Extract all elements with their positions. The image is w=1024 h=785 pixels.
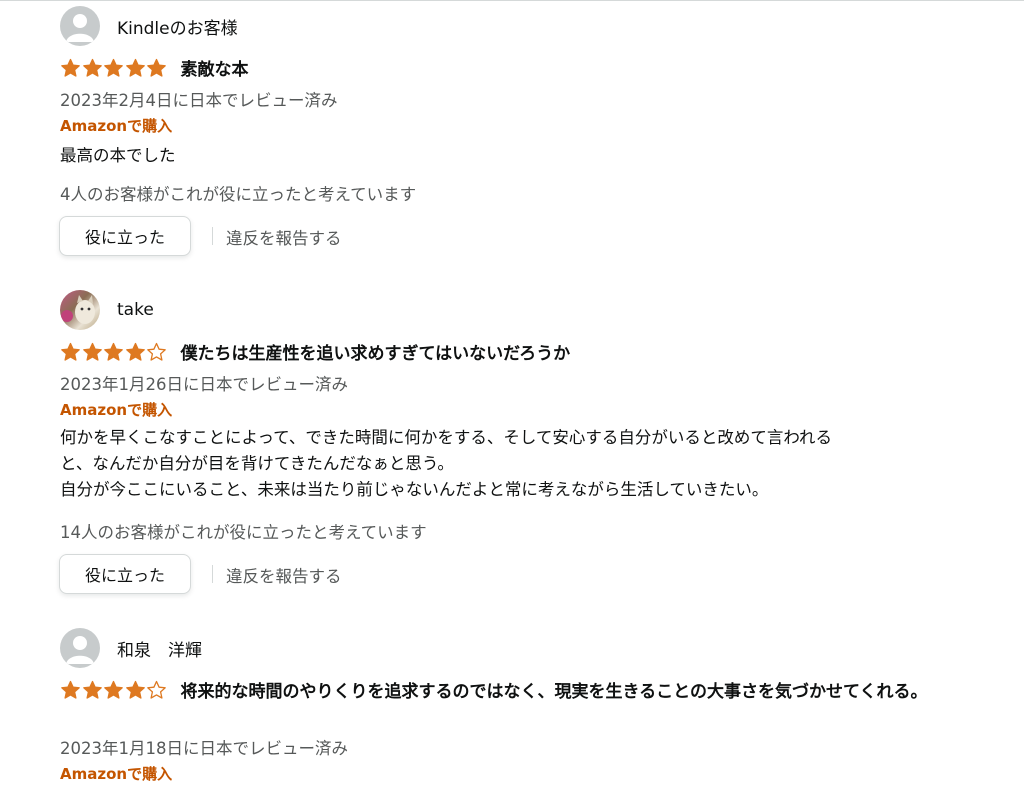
default-avatar-icon (60, 628, 100, 668)
default-avatar-icon (60, 6, 100, 46)
review-date: 2023年1月18日に日本でレビュー済み (60, 739, 348, 758)
review-item: take 僕たちは生産性を追い求めすぎてはいないだろうか 2023年1月26日に… (0, 289, 1024, 609)
helpful-button[interactable]: 役に立った (59, 216, 191, 256)
star-filled-icon (147, 58, 166, 77)
reviewer-profile[interactable]: Kindleのお客様 (60, 5, 238, 47)
review-date: 2023年2月4日に日本でレビュー済み (60, 91, 338, 110)
verified-purchase-badge: Amazonで購入 (60, 117, 173, 135)
star-filled-icon (82, 342, 102, 361)
star-empty-icon (147, 680, 166, 699)
review-body: 何かを早くこなすことによって、できた時間に何かをする、そして安心する自分がいると… (60, 428, 833, 499)
star-filled-icon (61, 342, 80, 361)
reviewer-profile[interactable]: 和泉 洋輝 (60, 627, 202, 669)
star-rating[interactable] (60, 679, 168, 701)
separator (212, 227, 213, 245)
star-empty-icon (147, 342, 166, 361)
star-filled-icon (104, 680, 123, 699)
cat-photo-avatar-icon (60, 290, 100, 330)
star-filled-icon (61, 58, 80, 77)
reviewer-profile[interactable]: take (60, 289, 154, 331)
review-title[interactable]: 僕たちは生産性を追い求めすぎてはいないだろうか (181, 341, 951, 367)
reviewer-name: Kindleのお客様 (117, 18, 238, 39)
verified-purchase-badge: Amazonで購入 (60, 765, 173, 783)
helpful-button[interactable]: 役に立った (59, 554, 191, 594)
star-filled-icon (82, 58, 102, 77)
star-filled-icon (82, 680, 102, 699)
review-item: Kindleのお客様 素敵な本 2023年2月4日に日本でレビュー済み Amaz… (0, 5, 1024, 265)
report-abuse-link[interactable]: 違反を報告する (226, 225, 342, 249)
review-title[interactable]: 将来的な時間のやりくりを追求するのではなく、現実を生きることの大事さを気づかせて… (181, 679, 1024, 705)
report-abuse-link[interactable]: 違反を報告する (226, 563, 342, 587)
helpful-count: 14人のお客様がこれが役に立ったと考えています (60, 523, 427, 542)
separator (212, 565, 213, 583)
star-filled-icon (104, 342, 123, 361)
star-filled-icon (61, 680, 80, 699)
reviewer-name: take (117, 300, 154, 320)
star-filled-icon (125, 680, 145, 699)
review-body: 最高の本でした (60, 146, 176, 165)
reviewer-name: 和泉 洋輝 (117, 640, 202, 661)
star-filled-icon (125, 342, 145, 361)
review-item: 和泉 洋輝 将来的な時間のやりくりを追求するのではなく、現実を生きることの大事さ… (0, 627, 1024, 785)
review-title[interactable]: 素敵な本 (181, 57, 951, 83)
star-rating[interactable] (60, 341, 168, 363)
top-divider (0, 0, 1024, 1)
verified-purchase-badge: Amazonで購入 (60, 401, 173, 419)
review-date: 2023年1月26日に日本でレビュー済み (60, 375, 348, 394)
helpful-count: 4人のお客様がこれが役に立ったと考えています (60, 185, 417, 204)
star-filled-icon (104, 58, 123, 77)
star-rating[interactable] (60, 57, 168, 79)
star-filled-icon (125, 58, 145, 77)
